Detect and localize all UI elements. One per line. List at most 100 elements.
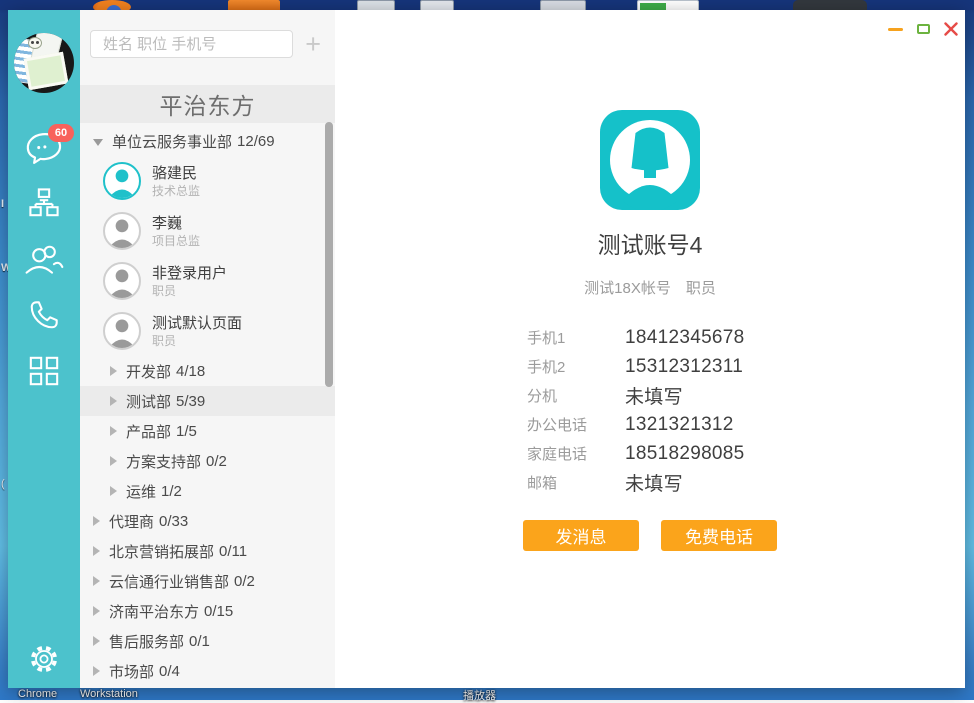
tree-contact-row[interactable]: 测试默认页面 职员 [80,306,335,356]
org-tree: 单位云服务事业部 12/69 骆建民 技术总监 李巍 项目总监 [80,123,335,688]
field-label: 手机1 [527,327,625,348]
tree-dept-row[interactable]: 北京营销拓展部 0/11 [80,536,335,566]
tree-dept-row[interactable]: 开发部 4/18 [80,356,335,386]
send-message-button[interactable]: 发消息 [523,520,639,551]
contact-list-avatar [103,262,141,300]
tree-dept-row[interactable]: 测试部 5/39 [80,386,335,416]
nav-contacts-button[interactable] [22,241,66,277]
expander-triangle-icon[interactable] [93,139,103,146]
dept-count: 0/2 [234,573,255,590]
person-silhouette-icon [105,264,139,298]
tree-dept-row[interactable]: 运维 1/2 [80,476,335,506]
dept-count: 0/2 [206,453,227,470]
dept-count: 0/11 [219,543,247,560]
dept-count: 12/69 [237,133,275,150]
contact-subtitle: 测试18X帐号 职员 [584,277,716,298]
contact-list-avatar [103,212,141,250]
window-controls [887,22,959,36]
tree-dept-row[interactable]: 产品部 1/5 [80,416,335,446]
tree-dept-row[interactable]: 代理商 0/33 [80,506,335,536]
person-silhouette-icon [105,214,139,248]
field-row: 手机1 18412345678 [527,323,777,352]
contact-list-title: 职员 [152,283,227,299]
maximize-button[interactable] [915,22,931,36]
field-row: 家庭电话 18518298085 [527,439,777,468]
unread-count-badge: 60 [48,124,74,142]
expander-triangle-icon[interactable] [93,576,100,586]
expander-triangle-icon[interactable] [93,546,100,556]
tree-dept-row[interactable]: 单位云服务事业部 12/69 [80,126,335,156]
search-input[interactable] [103,36,302,53]
desktop-icon-fragment [420,0,454,10]
expander-triangle-icon[interactable] [110,486,117,496]
minimize-button[interactable] [887,22,903,36]
field-value: 1321321312 [625,414,734,436]
expander-triangle-icon[interactable] [110,456,117,466]
expander-triangle-icon[interactable] [110,396,117,406]
desktop-icon-label-chrome[interactable]: Chrome [18,688,57,700]
settings-button[interactable] [8,642,80,676]
dept-label: 代理商 [109,511,154,532]
tree-dept-row[interactable]: 济南平治东方 0/15 [80,596,335,626]
add-contact-button[interactable]: + [305,32,321,56]
contact-detail-panel: 测试账号4 测试18X帐号 职员 手机1 18412345678 手机2 153… [335,10,965,688]
desktop-icon-label-player[interactable]: 播放器 [463,687,496,703]
tree-dept-row[interactable]: 市场部 0/4 [80,656,335,686]
app-window: 60 [8,10,965,688]
sidebar-rail: 60 [8,10,80,688]
free-call-button[interactable]: 免费电话 [661,520,777,551]
tree-dept-row[interactable]: 售后服务部 0/1 [80,626,335,656]
dept-label: 产品部 [126,421,171,442]
close-button[interactable] [943,22,959,36]
desktop-edge-text: ( [1,478,5,490]
dept-count: 0/33 [159,513,188,530]
contact-list-avatar [103,162,141,200]
minimize-icon [888,28,903,31]
expander-triangle-icon[interactable] [93,606,100,616]
person-silhouette-icon [105,314,139,348]
field-value: 未填写 [625,382,683,409]
expander-triangle-icon[interactable] [93,516,100,526]
contact-list-name: 李巍 [152,214,200,233]
contact-account: 测试18X帐号 [584,277,671,298]
nav-org-chart-button[interactable] [22,185,66,221]
field-value: 15312312311 [625,356,743,378]
panda-drawing [28,37,42,49]
expander-triangle-icon[interactable] [93,666,100,676]
tree-dept-row[interactable]: 方案支持部 0/2 [80,446,335,476]
expander-triangle-icon[interactable] [110,426,117,436]
field-value: 18412345678 [625,327,745,349]
tree-contact-row[interactable]: 李巍 项目总监 [80,206,335,256]
dept-count: 0/15 [204,603,233,620]
user-avatar[interactable] [14,33,74,93]
dept-label: 济南平治东方 [109,601,199,622]
contact-list-name: 骆建民 [152,164,200,183]
directory-panel: + 平治东方 单位云服务事业部 12/69 骆建民 技术总监 李巍 项目总监 [80,10,335,688]
gear-icon [27,642,61,676]
nav-apps-grid-button[interactable] [22,353,66,389]
dept-count: 1/2 [161,483,182,500]
expander-triangle-icon[interactable] [110,366,117,376]
desktop-icon-fragment [540,0,586,10]
contact-avatar [600,110,700,210]
expander-triangle-icon[interactable] [93,636,100,646]
tree-contact-row[interactable]: 骆建民 技术总监 [80,156,335,206]
dept-count: 5/39 [176,393,205,410]
tree-dept-row[interactable]: 云信通行业销售部 0/2 [80,566,335,596]
contact-role: 职员 [686,277,716,298]
dept-count: 1/5 [176,423,197,440]
dept-label: 云信通行业销售部 [109,571,229,592]
apps-grid-icon [28,355,60,387]
dept-count: 4/18 [176,363,205,380]
contact-fields: 手机1 18412345678 手机2 15312312311 分机 未填写 办… [527,323,777,497]
tree-contact-row[interactable]: 非登录用户 职员 [80,256,335,306]
field-label: 邮箱 [527,472,625,493]
desktop-icon-label-workstation[interactable]: Workstation [80,688,138,700]
field-label: 办公电话 [527,414,625,435]
contact-list-title: 职员 [152,333,242,349]
nav-chat-button[interactable]: 60 [22,129,66,165]
female-silhouette-icon [600,110,700,210]
nav-phone-button[interactable] [22,297,66,333]
tree-scrollbar-thumb[interactable] [325,122,333,387]
dept-label: 方案支持部 [126,451,201,472]
